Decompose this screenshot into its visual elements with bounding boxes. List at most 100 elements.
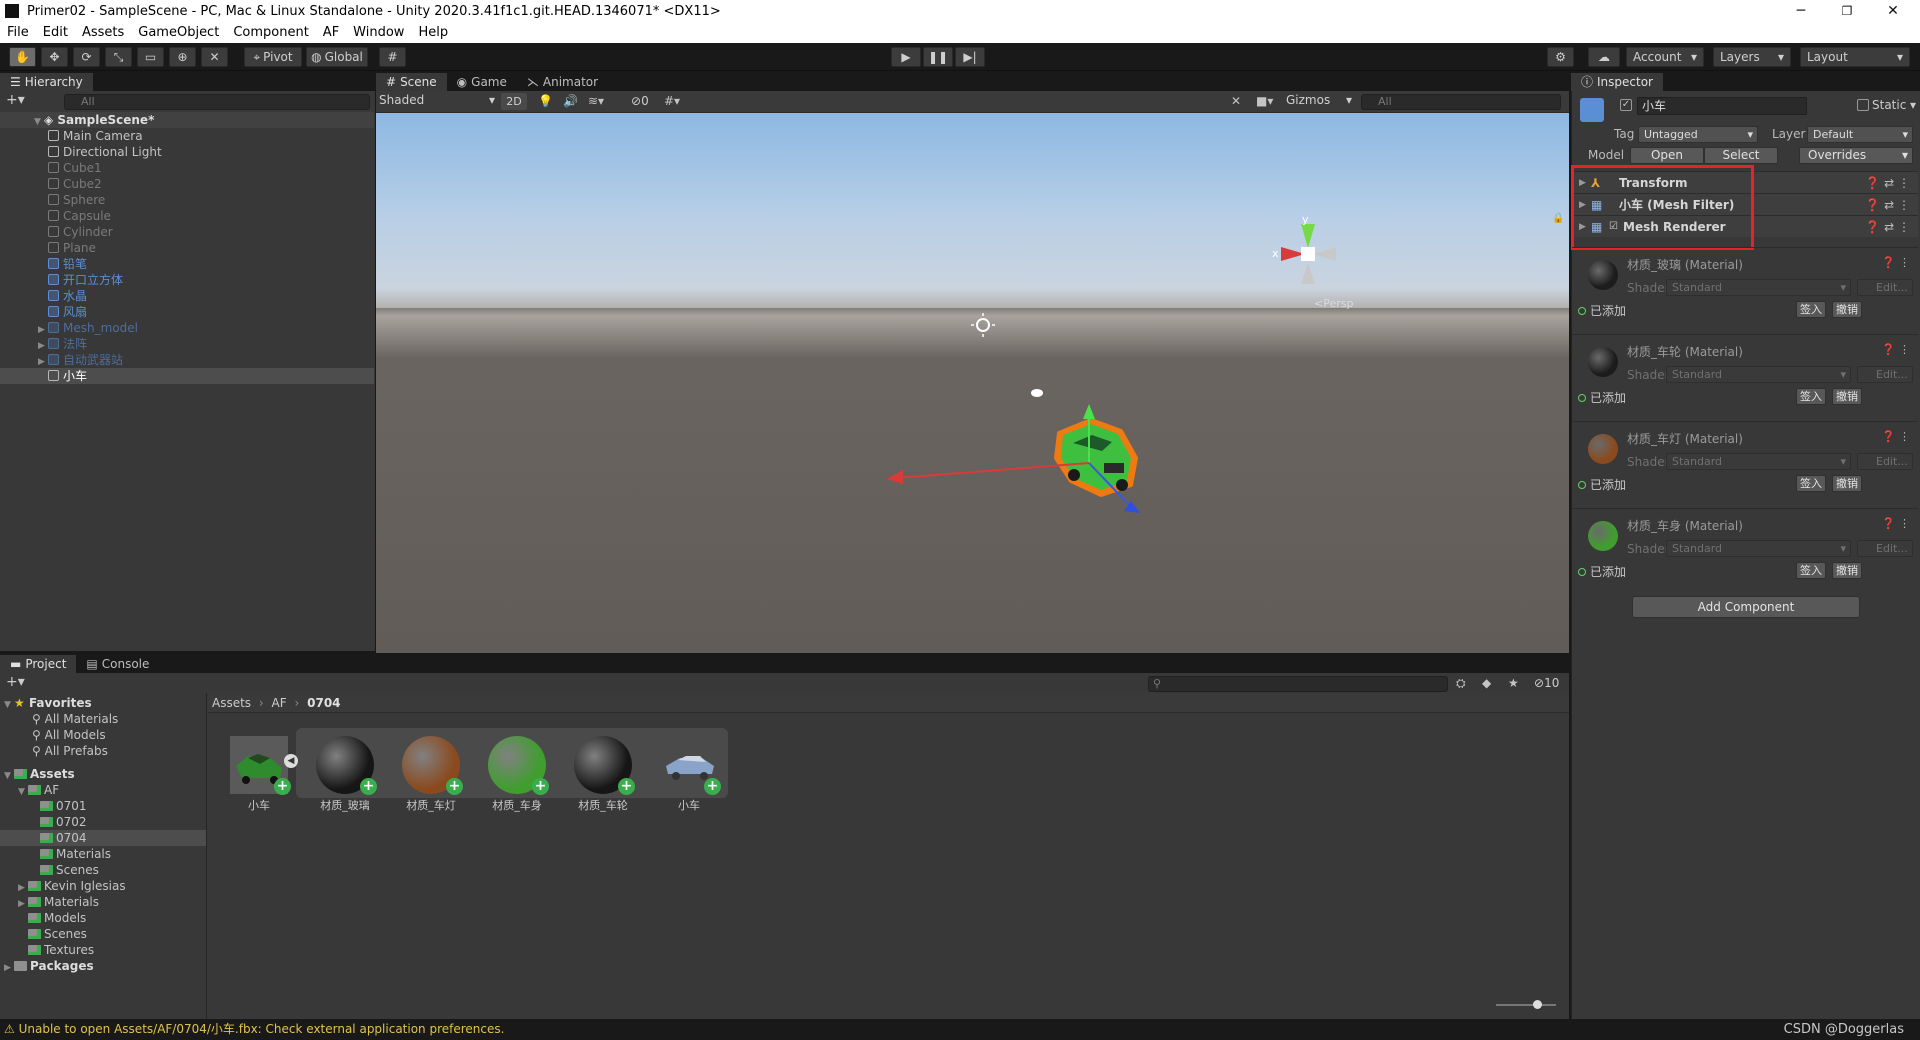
revert-button[interactable]: 撤销 xyxy=(1832,562,1862,579)
filter-type-icon[interactable]: ⛭ xyxy=(1456,676,1466,691)
hierarchy-search[interactable]: All xyxy=(64,94,370,110)
material-actions-icon[interactable]: ❓ ⋮ xyxy=(1882,343,1910,356)
pause-button[interactable]: ❚❚ xyxy=(923,47,953,67)
material-actions-icon[interactable]: ❓ ⋮ xyxy=(1882,517,1910,530)
static-dropdown-icon[interactable]: ▾ xyxy=(1910,98,1916,112)
project-folder[interactable]: Scenes xyxy=(0,926,206,942)
orientation-gizmo[interactable] xyxy=(1281,224,1336,284)
active-checkbox[interactable]: ✓ xyxy=(1620,99,1632,111)
asset-item[interactable]: ◀ + 小车 xyxy=(224,730,298,816)
project-folder[interactable]: 0704 xyxy=(0,830,206,846)
tab-hierarchy[interactable]: ☰ Hierarchy xyxy=(0,73,93,91)
project-folder[interactable]: Models xyxy=(0,910,206,926)
project-folder[interactable]: Textures xyxy=(0,942,206,958)
lighting-icon[interactable]: 💡 xyxy=(538,94,553,108)
hierarchy-item[interactable]: 水晶 xyxy=(0,288,374,304)
hidden-packages-toggle[interactable]: ⊘10 xyxy=(1534,676,1559,690)
material-title[interactable]: 材质_车身 (Material) xyxy=(1627,517,1743,534)
menu-help[interactable]: Help xyxy=(411,22,455,43)
menu-window[interactable]: Window xyxy=(346,22,411,43)
scale-tool-button[interactable]: ⤡ xyxy=(105,47,132,67)
assets-root[interactable]: ▼ Assets xyxy=(4,766,75,782)
asset-item[interactable]: + 材质_车灯 xyxy=(396,730,466,816)
collab-button[interactable]: ⚙ xyxy=(1547,47,1574,67)
grid-snap-button[interactable]: # xyxy=(379,47,406,67)
static-checkbox[interactable] xyxy=(1857,99,1869,111)
play-button[interactable]: ▶ xyxy=(891,47,921,67)
hierarchy-item[interactable]: Sphere xyxy=(0,192,374,208)
breadcrumb-assets[interactable]: Assets xyxy=(212,696,251,710)
project-search[interactable]: ⚲ xyxy=(1148,676,1448,692)
audio-icon[interactable]: 🔊 xyxy=(563,94,578,108)
revert-button[interactable]: 撤销 xyxy=(1832,301,1862,318)
pivot-toggle[interactable]: ⌖ Pivot xyxy=(244,47,302,67)
scene-viewport[interactable]: y x <Persp 🔒 xyxy=(376,113,1569,653)
move-tool-button[interactable]: ✥ xyxy=(41,47,68,67)
zoom-slider[interactable] xyxy=(1496,1004,1556,1006)
hierarchy-item[interactable]: 铅笔 xyxy=(0,256,374,272)
menu-component[interactable]: Component xyxy=(226,22,315,43)
hierarchy-item[interactable]: ▶ 自动武器站 xyxy=(0,352,374,368)
global-toggle[interactable]: ◍ Global xyxy=(306,47,368,67)
hierarchy-item[interactable]: Capsule xyxy=(0,208,374,224)
project-folder[interactable]: 0701 xyxy=(0,798,206,814)
menu-gameobject[interactable]: GameObject xyxy=(131,22,226,43)
tab-game[interactable]: ◉ Game xyxy=(447,73,517,91)
shader-dropdown[interactable]: Standard ▾ xyxy=(1666,453,1851,470)
menu-af[interactable]: AF xyxy=(316,22,346,43)
shader-dropdown[interactable]: Standard ▾ xyxy=(1666,540,1851,557)
fav-all-prefabs[interactable]: ⚲ All Prefabs xyxy=(32,743,108,759)
gizmos-dropdown[interactable]: Gizmos ▾ xyxy=(1286,93,1352,110)
shader-edit-button[interactable]: Edit... xyxy=(1857,366,1913,383)
shader-edit-button[interactable]: Edit... xyxy=(1857,279,1913,296)
hierarchy-item[interactable]: 开口立方体 xyxy=(0,272,374,288)
project-folder[interactable]: ▶ Kevin Iglesias xyxy=(0,878,206,894)
car-model[interactable] xyxy=(1054,418,1138,497)
menu-assets[interactable]: Assets xyxy=(75,22,131,43)
collapse-prefab-icon[interactable]: ◀ xyxy=(284,754,298,768)
fav-all-materials[interactable]: ⚲ All Materials xyxy=(32,711,118,727)
breadcrumb-0704[interactable]: 0704 xyxy=(307,696,340,710)
effects-icon[interactable]: ≋▾ xyxy=(588,94,604,108)
camera-gizmo-icon[interactable] xyxy=(1031,389,1043,397)
grid-toggle-icon[interactable]: #▾ xyxy=(664,94,680,108)
close-button[interactable]: ✕ xyxy=(1870,0,1916,22)
component-actions-icon[interactable]: ❓ ⇄ ⋮ xyxy=(1865,220,1910,234)
revert-button[interactable]: 撤销 xyxy=(1832,388,1862,405)
checkin-button[interactable]: 签入 xyxy=(1796,388,1826,405)
menu-edit[interactable]: Edit xyxy=(36,22,75,43)
checkin-button[interactable]: 签入 xyxy=(1796,475,1826,492)
fav-all-models[interactable]: ⚲ All Models xyxy=(32,727,106,743)
persp-label[interactable]: <Persp xyxy=(1314,297,1353,310)
step-button[interactable]: ▶| xyxy=(955,47,985,67)
layout-dropdown[interactable]: Layout ▾ xyxy=(1800,47,1910,67)
hierarchy-item[interactable]: 风扇 xyxy=(0,304,374,320)
shader-edit-button[interactable]: Edit... xyxy=(1857,453,1913,470)
component-actions-icon[interactable]: ❓ ⇄ ⋮ xyxy=(1865,176,1910,190)
cloud-button[interactable]: ☁ xyxy=(1588,47,1620,67)
status-message[interactable]: Unable to open Assets/AF/0704/小车.fbx: Ch… xyxy=(19,1022,505,1036)
camera-icon[interactable]: ■▾ xyxy=(1256,94,1273,108)
project-folder[interactable]: ▼ AF xyxy=(0,782,206,798)
packages-root[interactable]: ▶ Packages xyxy=(4,958,94,974)
filter-label-icon[interactable]: ◆ xyxy=(1482,676,1491,690)
breadcrumb-af[interactable]: AF xyxy=(272,696,287,710)
tag-dropdown[interactable]: Untagged ▾ xyxy=(1638,125,1758,143)
scene-row[interactable]: ▼ ◈ SampleScene* xyxy=(0,112,374,128)
tab-console[interactable]: ▤ Console xyxy=(76,655,159,673)
rotate-tool-button[interactable]: ⟳ xyxy=(73,47,100,67)
material-actions-icon[interactable]: ❓ ⋮ xyxy=(1882,256,1910,269)
favorites-row[interactable]: ▼ ★ Favorites xyxy=(4,695,92,711)
project-folder[interactable]: ▶ Materials xyxy=(0,894,206,910)
account-dropdown[interactable]: Account ▾ xyxy=(1626,47,1704,67)
zoom-slider-handle[interactable] xyxy=(1533,1000,1542,1009)
project-folder[interactable]: 0702 xyxy=(0,814,206,830)
lock-icon[interactable]: 🔒 xyxy=(1552,213,1564,224)
hierarchy-item[interactable]: Main Camera xyxy=(0,128,374,144)
scene-search[interactable]: All xyxy=(1361,94,1561,110)
layer-dropdown[interactable]: Default ▾ xyxy=(1807,125,1913,143)
open-button[interactable]: Open xyxy=(1630,146,1704,164)
revert-button[interactable]: 撤销 xyxy=(1832,475,1862,492)
tab-animator[interactable]: ⋋ Animator xyxy=(517,73,608,91)
shading-dropdown[interactable]: Shaded ▾ xyxy=(379,93,495,110)
